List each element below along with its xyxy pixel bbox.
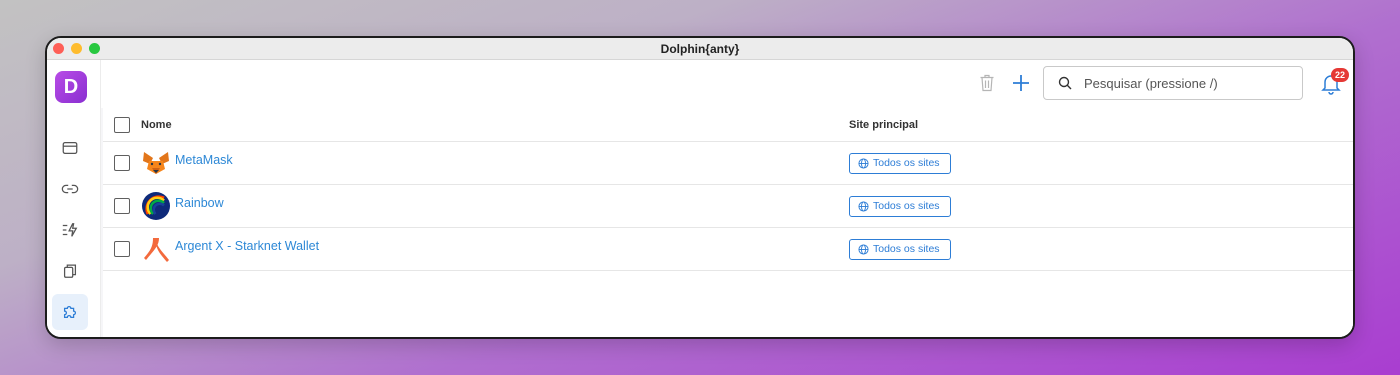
name-cell: Argent X - Starknet Wallet xyxy=(141,234,319,264)
copy-icon xyxy=(63,264,77,278)
sidebar-item-automation[interactable] xyxy=(52,212,88,248)
sidebar: D xyxy=(47,60,101,337)
site-scope-button[interactable]: Todos os sites xyxy=(849,238,951,260)
notification-badge: 22 xyxy=(1331,68,1349,82)
globe-icon xyxy=(858,200,869,212)
search-input[interactable] xyxy=(1084,75,1284,91)
column-header-name[interactable]: Nome xyxy=(141,119,172,131)
search-box[interactable] xyxy=(1043,66,1303,100)
sidebar-item-proxies[interactable] xyxy=(52,171,88,207)
window-title: Dolphin{anty} xyxy=(660,41,740,56)
table-row[interactable]: Argent X - Starknet Wallet Todos os site… xyxy=(103,228,1353,271)
row-checkbox[interactable] xyxy=(114,241,130,257)
globe-icon xyxy=(858,243,869,255)
sidebar-item-browsers[interactable] xyxy=(52,130,88,166)
sidebar-item-bookmarks[interactable] xyxy=(52,253,88,289)
column-header-site[interactable]: Site principal xyxy=(849,119,918,131)
site-scope-button[interactable]: Todos os sites xyxy=(849,152,951,174)
rainbow-icon xyxy=(141,191,171,221)
extension-name[interactable]: Rainbow xyxy=(175,196,224,210)
minimize-window-button[interactable] xyxy=(71,43,82,54)
metamask-fox-icon xyxy=(141,148,171,178)
add-extension-button[interactable] xyxy=(1011,73,1031,93)
name-cell: Rainbow xyxy=(141,191,224,221)
search-icon xyxy=(1058,76,1072,90)
close-window-button[interactable] xyxy=(53,43,64,54)
app-window: Dolphin{anty} D Pesquisar (pressione /) … xyxy=(45,36,1355,339)
site-scope-label: Todos os sites xyxy=(873,200,940,212)
name-cell: MetaMask xyxy=(141,148,233,178)
trash-icon[interactable] xyxy=(979,74,995,92)
extension-name[interactable]: Argent X - Starknet Wallet xyxy=(175,239,319,253)
argent-icon xyxy=(141,234,171,264)
site-scope-button[interactable]: Todos os sites xyxy=(849,195,951,217)
puzzle-extension-icon xyxy=(63,305,77,319)
browser-window-icon xyxy=(62,141,78,155)
select-all-checkbox[interactable] xyxy=(114,116,130,133)
maximize-window-button[interactable] xyxy=(89,43,100,54)
title-bar: Dolphin{anty} xyxy=(47,38,1353,60)
row-checkbox[interactable] xyxy=(114,155,130,171)
window-controls xyxy=(53,43,100,54)
app-logo[interactable]: D xyxy=(55,71,87,103)
globe-icon xyxy=(858,157,869,169)
main-content: 22 Nome Site principal xyxy=(101,60,1353,337)
extension-name[interactable]: MetaMask xyxy=(175,153,233,167)
site-scope-label: Todos os sites xyxy=(873,157,940,169)
table-header: Nome Site principal xyxy=(103,108,1353,142)
sidebar-item-extensions[interactable] xyxy=(52,294,88,330)
table-row[interactable]: MetaMask Todos os sites xyxy=(103,142,1353,185)
automation-icon xyxy=(62,223,78,237)
link-icon xyxy=(61,184,79,194)
row-checkbox[interactable] xyxy=(114,198,130,214)
site-scope-label: Todos os sites xyxy=(873,243,940,255)
table-row[interactable]: Rainbow Todos os sites xyxy=(103,185,1353,228)
extensions-table: Nome Site principal MetaMask Todos os si… xyxy=(103,108,1353,337)
toolbar: 22 xyxy=(101,60,1353,108)
